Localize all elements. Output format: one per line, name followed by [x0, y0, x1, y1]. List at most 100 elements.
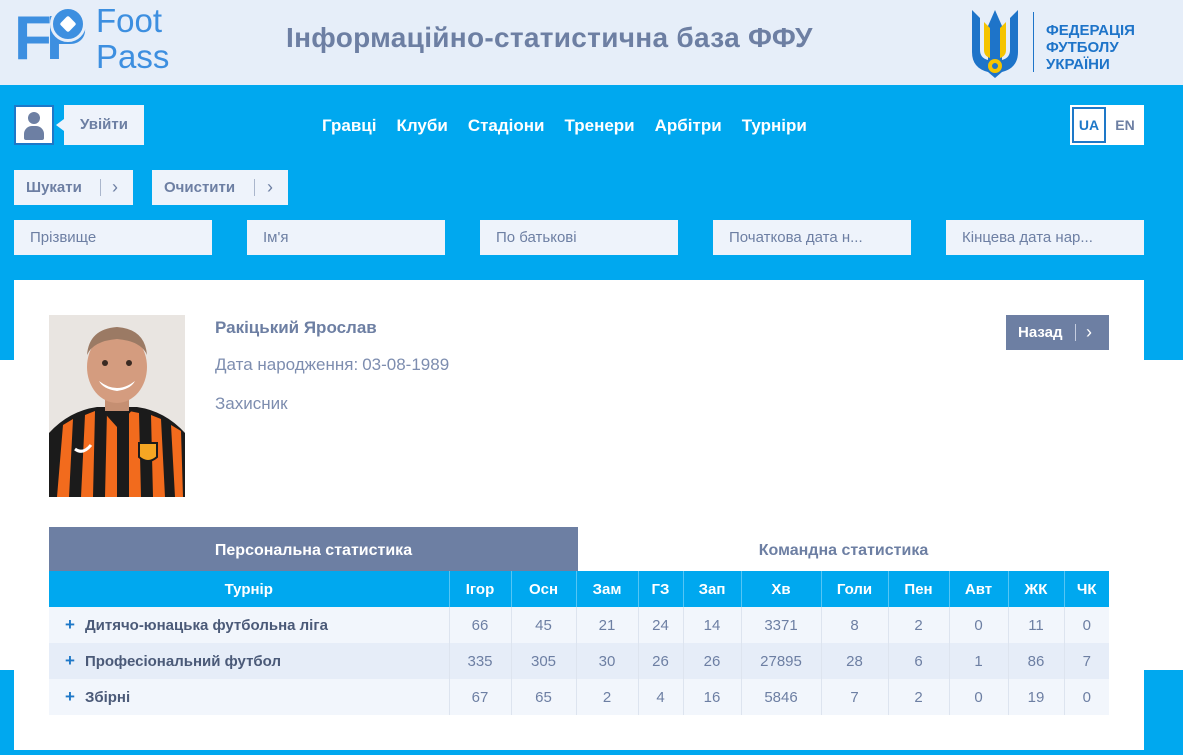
nav-clubs[interactable]: Клуби [396, 116, 447, 136]
tournament-cell[interactable]: + Дитячо-юнацька футбольна ліга [49, 607, 450, 643]
player-card: Ракіцький Ярослав Дата народження: 03-08-… [14, 280, 1144, 750]
user-icon-body [24, 126, 44, 140]
col-red-cards: ЧК [1064, 571, 1109, 607]
col-own-goals: Авт [949, 571, 1009, 607]
stat-cell: 7 [821, 679, 889, 715]
tournament-name: Дитячо-юнацька футбольна ліга [84, 617, 328, 634]
stat-cell: 4 [638, 679, 684, 715]
stat-cell: 26 [683, 643, 742, 679]
dob-value: 03-08-1989 [362, 355, 450, 374]
search-button-label: Шукати [26, 179, 82, 196]
site-title: Інформаційно-статистична база ФФУ [286, 22, 813, 53]
stat-cell: 0 [949, 607, 1009, 643]
player-photo [49, 315, 185, 497]
stat-cell: 27895 [741, 643, 822, 679]
stat-cell: 19 [1008, 679, 1065, 715]
stat-cell: 8 [821, 607, 889, 643]
footpass-logo[interactable]: FP Foot Pass [14, 4, 184, 78]
login-button[interactable]: Увійти [56, 105, 144, 145]
football-icon [50, 6, 86, 42]
stat-cell: 16 [683, 679, 742, 715]
user-icon-head [28, 112, 40, 124]
stat-cell: 1 [949, 643, 1009, 679]
nav-tournaments[interactable]: Турніри [742, 116, 807, 136]
player-position: Захисник [215, 394, 288, 413]
main-nav: Гравці Клуби Стадіони Тренери Арбітри Ту… [322, 116, 807, 136]
stat-cell: 66 [449, 607, 512, 643]
ffu-trident-emblem-icon [972, 10, 1018, 78]
back-button-label: Назад [1018, 324, 1063, 341]
dob-from-input[interactable] [713, 220, 911, 255]
stat-cell: 2 [888, 607, 950, 643]
stat-cell: 3371 [741, 607, 822, 643]
nav-stadiums[interactable]: Стадіони [468, 116, 545, 136]
stat-cell: 7 [1064, 643, 1109, 679]
stat-cell: 30 [576, 643, 639, 679]
col-subs: Зам [576, 571, 639, 607]
table-row[interactable]: + Дитячо-юнацька футбольна ліга 66 45 21 … [49, 607, 1109, 643]
stat-cell: 28 [821, 643, 889, 679]
col-goals: Голи [821, 571, 889, 607]
stat-cell: 305 [511, 643, 577, 679]
nav-players[interactable]: Гравці [322, 116, 376, 136]
stat-cell: 67 [449, 679, 512, 715]
tournament-cell[interactable]: + Збірні [49, 679, 450, 715]
tournament-name: Професіональний футбол [84, 653, 281, 670]
surname-input[interactable] [14, 220, 212, 255]
col-starts: Осн [511, 571, 577, 607]
stats-table: Турнір Ігор Осн Зам ГЗ Зап Хв Голи Пен А… [49, 571, 1109, 715]
player-name: Ракіцький Ярослав [215, 318, 377, 337]
lang-en-button[interactable]: EN [1108, 107, 1142, 143]
clear-button-label: Очистити [164, 179, 236, 196]
chevron-right-icon: › [267, 177, 273, 197]
tab-team-stats[interactable]: Командна статистика [578, 527, 1109, 571]
dob-to-input[interactable] [946, 220, 1144, 255]
stat-cell: 5846 [741, 679, 822, 715]
player-dob: Дата народження: 03-08-1989 [215, 355, 449, 375]
lang-ua-button[interactable]: UA [1072, 107, 1106, 143]
stat-cell: 0 [1064, 607, 1109, 643]
col-minutes: Хв [741, 571, 822, 607]
col-games: Ігор [449, 571, 512, 607]
stat-cell: 2 [888, 679, 950, 715]
table-header-row: Турнір Ігор Осн Зам ГЗ Зап Хв Голи Пен А… [49, 571, 1109, 607]
ffu-divider [1033, 12, 1034, 72]
table-row[interactable]: + Збірні 67 65 2 4 16 5846 7 2 0 19 0 [49, 679, 1109, 715]
nav-referees[interactable]: Арбітри [655, 116, 722, 136]
ffu-line-1: ФЕДЕРАЦІЯ [1046, 22, 1135, 39]
back-button[interactable]: Назад › [1006, 315, 1109, 350]
tab-personal-stats[interactable]: Персональна статистика [49, 527, 578, 571]
dob-label: Дата народження: [215, 355, 359, 374]
expand-plus-icon[interactable]: + [65, 615, 75, 634]
tournament-name: Збірні [84, 689, 131, 706]
button-separator [1075, 324, 1076, 341]
stat-cell: 21 [576, 607, 639, 643]
stat-cell: 6 [888, 643, 950, 679]
stat-cell: 0 [1064, 679, 1109, 715]
ffu-line-2: ФУТБОЛУ [1046, 39, 1119, 56]
stat-cell: 45 [511, 607, 577, 643]
stats-tabs: Персональна статистика Командна статисти… [49, 527, 1109, 571]
tournament-cell[interactable]: + Професіональний футбол [49, 643, 450, 679]
ffu-logo-text: ФЕДЕРАЦІЯ ФУТБОЛУ УКРАЇНИ [1046, 22, 1135, 73]
top-header: FP Foot Pass Інформаційно-статистична ба… [0, 0, 1183, 85]
stat-cell: 86 [1008, 643, 1065, 679]
patronymic-input[interactable] [480, 220, 678, 255]
expand-plus-icon[interactable]: + [65, 651, 75, 670]
stat-cell: 26 [638, 643, 684, 679]
user-icon[interactable] [14, 105, 54, 145]
col-yellow-cards: ЖК [1008, 571, 1065, 607]
search-button[interactable]: Шукати › [14, 170, 133, 205]
stat-cell: 14 [683, 607, 742, 643]
chevron-right-icon: › [1086, 322, 1092, 342]
clear-button[interactable]: Очистити › [152, 170, 288, 205]
button-separator [100, 179, 101, 196]
table-row[interactable]: + Професіональний футбол 335 305 30 26 26… [49, 643, 1109, 679]
button-separator [254, 179, 255, 196]
stat-cell: 24 [638, 607, 684, 643]
name-input[interactable] [247, 220, 445, 255]
nav-coaches[interactable]: Тренери [565, 116, 635, 136]
ffu-line-3: УКРАЇНИ [1046, 56, 1110, 73]
col-gz: ГЗ [638, 571, 684, 607]
expand-plus-icon[interactable]: + [65, 687, 75, 706]
